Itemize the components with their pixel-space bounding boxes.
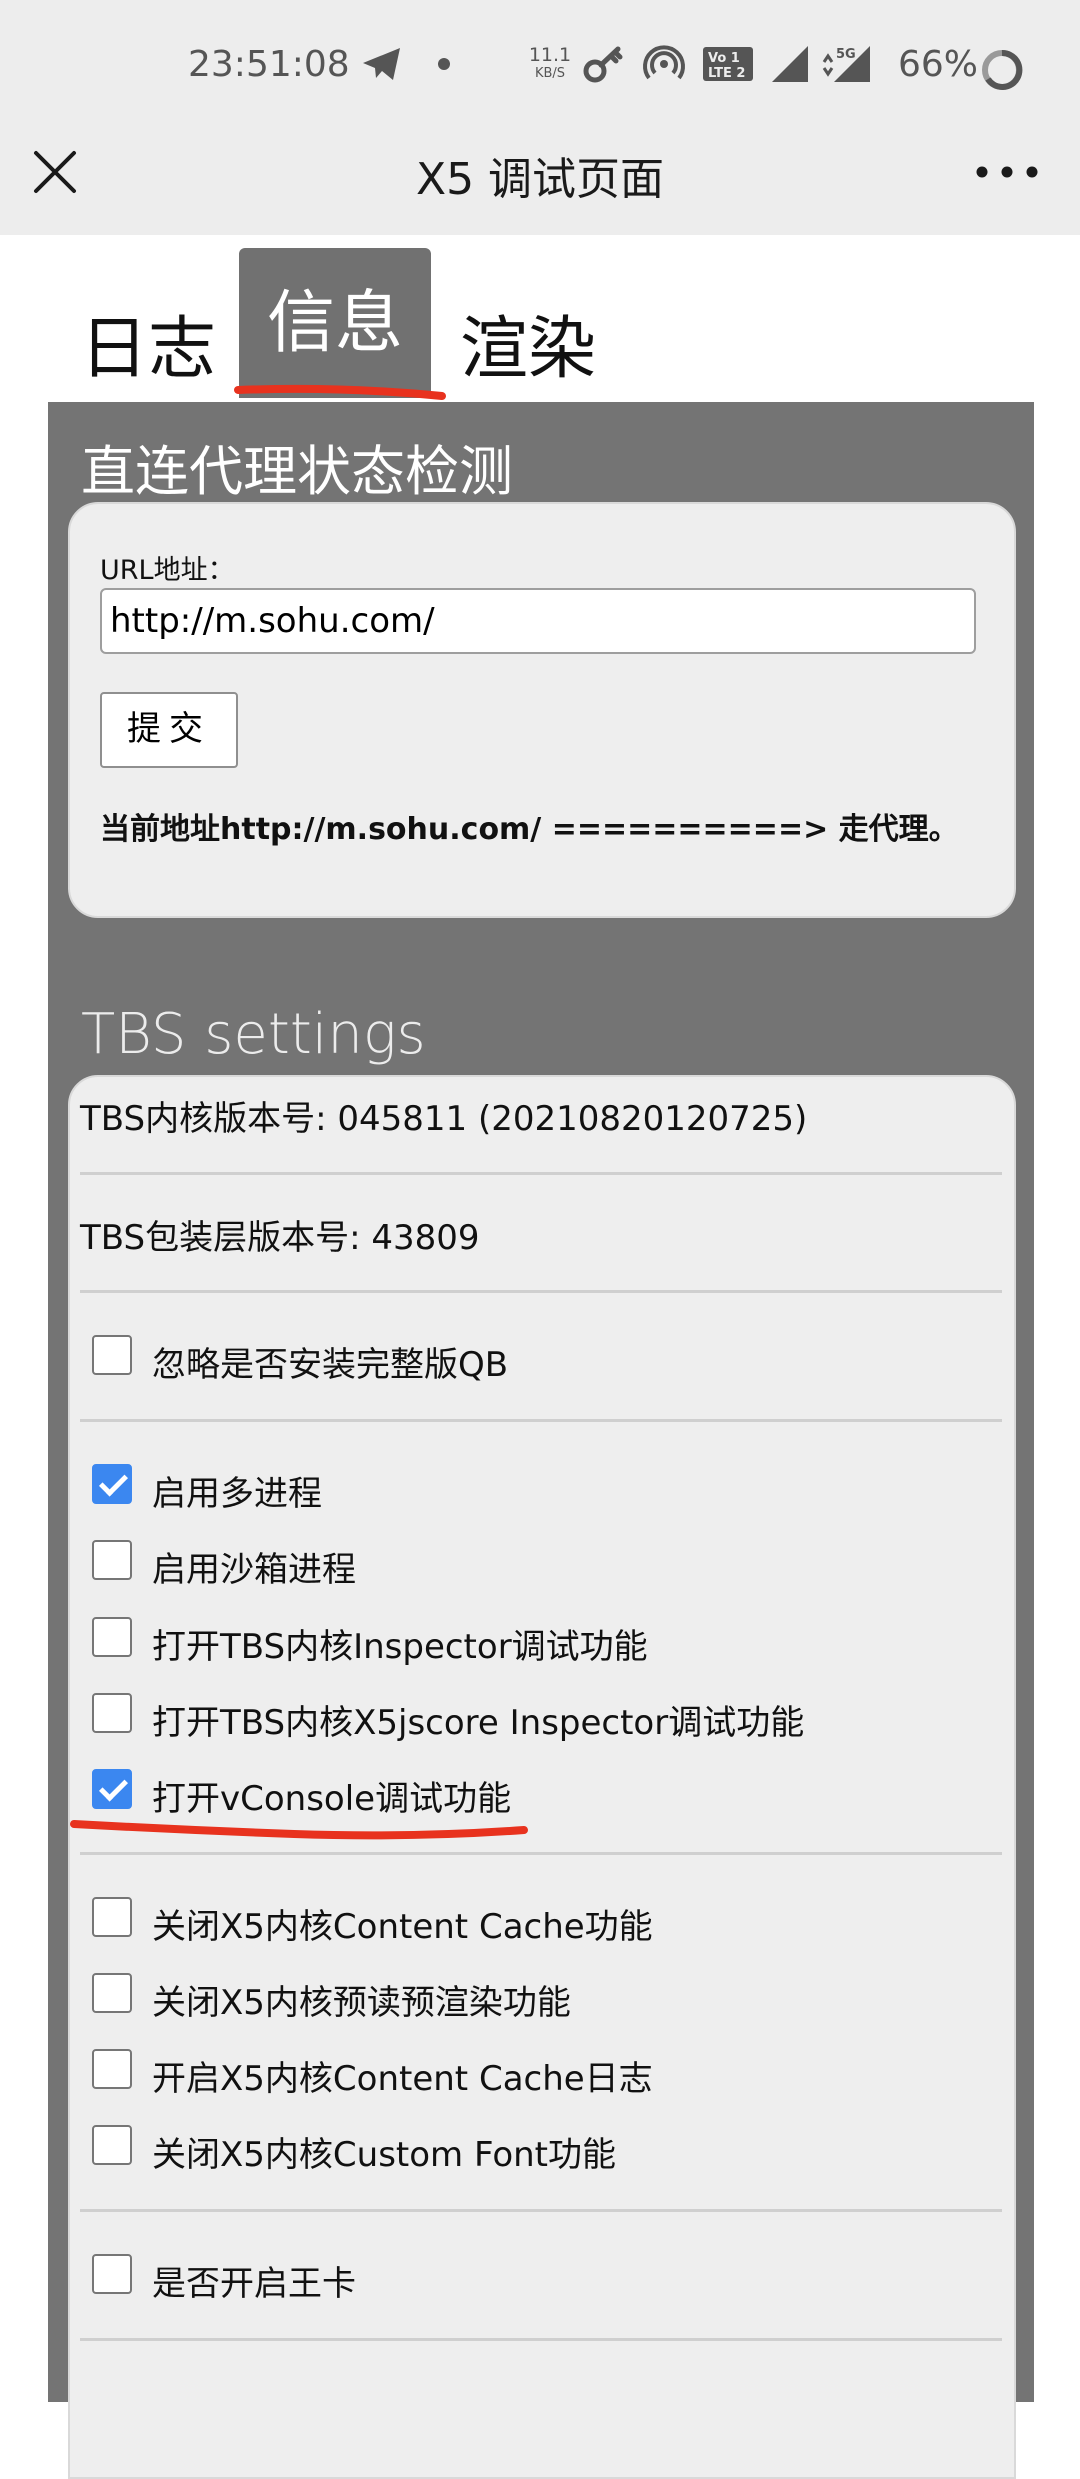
tab-log[interactable]: 日志 xyxy=(80,293,216,392)
option-label: 关闭X5内核Content Cache功能 xyxy=(152,1907,653,1947)
checkbox-sandbox-process[interactable] xyxy=(92,1540,132,1580)
volte-icon: Vo 1 LTE 2 xyxy=(703,47,753,81)
network-speed-unit: KB/S xyxy=(534,66,566,81)
checkbox-vconsole[interactable] xyxy=(92,1769,132,1809)
option-label: 关闭X5内核Custom Font功能 xyxy=(152,2135,617,2175)
option-label: 忽略是否安装完整版QB xyxy=(152,1345,509,1385)
5g-signal-icon: 5G xyxy=(822,46,870,82)
more-icon[interactable] xyxy=(972,145,1042,199)
option-label: 启用沙箱进程 xyxy=(152,1550,356,1590)
checkbox-tbs-inspector[interactable] xyxy=(92,1617,132,1657)
divider xyxy=(80,1172,1002,1175)
tbs-settings-title: TBS settings xyxy=(81,1002,426,1067)
tbs-settings-card: TBS内核版本号: 045811 (20210820120725) TBS包装层… xyxy=(68,1075,1016,2479)
checkbox-ignore-qb[interactable] xyxy=(92,1335,132,1375)
divider xyxy=(80,1419,1002,1422)
checkbox-disable-prerender[interactable] xyxy=(92,1973,132,2013)
telegram-icon xyxy=(363,48,400,80)
option-label: 开启X5内核Content Cache日志 xyxy=(152,2059,653,2099)
divider xyxy=(80,1852,1002,1855)
signal-icon xyxy=(772,46,808,82)
hotspot-icon xyxy=(643,45,685,80)
svg-text:5G: 5G xyxy=(836,47,856,62)
svg-text:LTE 2: LTE 2 xyxy=(708,66,745,81)
checkbox-multi-process[interactable] xyxy=(92,1464,132,1504)
submit-button[interactable]: 提交 xyxy=(100,692,238,768)
tbs-core-version: TBS内核版本号: 045811 (20210820120725) xyxy=(80,1099,808,1139)
option-label: 启用多进程 xyxy=(152,1474,322,1514)
tbs-wrapper-version: TBS包装层版本号: 43809 xyxy=(80,1218,480,1258)
status-time: 23:51:08 xyxy=(188,44,350,85)
network-speed-value: 11.1 xyxy=(528,44,572,66)
title-bar: X5 调试页面 xyxy=(0,115,1080,235)
divider xyxy=(80,2209,1002,2212)
proxy-result: 当前地址http://m.sohu.com/ ==========> 走代理。 xyxy=(100,812,959,847)
tab-info[interactable]: 信息 xyxy=(239,248,431,398)
checkbox-disable-content-cache[interactable] xyxy=(92,1897,132,1937)
option-label: 打开TBS内核Inspector调试功能 xyxy=(152,1627,648,1667)
option-label: 是否开启王卡 xyxy=(152,2264,356,2304)
checkbox-disable-custom-font[interactable] xyxy=(92,2125,132,2165)
option-label: 关闭X5内核预读预渲染功能 xyxy=(152,1983,571,2023)
battery-icon xyxy=(982,49,1023,90)
svg-text:Vo 1: Vo 1 xyxy=(708,51,740,66)
divider xyxy=(80,1290,1002,1293)
option-label: 打开vConsole调试功能 xyxy=(152,1779,512,1819)
proxy-card: URL地址： http://m.sohu.com/ 提交 当前地址http://… xyxy=(68,502,1016,918)
main-panel: 直连代理状态检测 URL地址： http://m.sohu.com/ 提交 当前… xyxy=(48,402,1034,2479)
url-input[interactable]: http://m.sohu.com/ xyxy=(100,588,976,654)
divider xyxy=(80,2338,1002,2341)
dot-icon xyxy=(438,58,450,70)
checkbox-content-cache-log[interactable] xyxy=(92,2049,132,2089)
url-label: URL地址： xyxy=(100,555,235,586)
checkbox-wangka[interactable] xyxy=(92,2254,132,2294)
tab-render[interactable]: 渲染 xyxy=(460,293,596,392)
option-label: 打开TBS内核X5jscore Inspector调试功能 xyxy=(152,1703,805,1743)
proxy-section-title: 直连代理状态检测 xyxy=(81,440,513,503)
network-speed: 11.1 KB/S xyxy=(515,44,585,81)
battery-percent: 66% xyxy=(898,44,979,85)
key-icon xyxy=(583,46,623,83)
tab-info-label: 信息 xyxy=(266,284,403,363)
page-title: X5 调试页面 xyxy=(415,154,665,205)
checkbox-x5jscore-inspector[interactable] xyxy=(92,1693,132,1733)
